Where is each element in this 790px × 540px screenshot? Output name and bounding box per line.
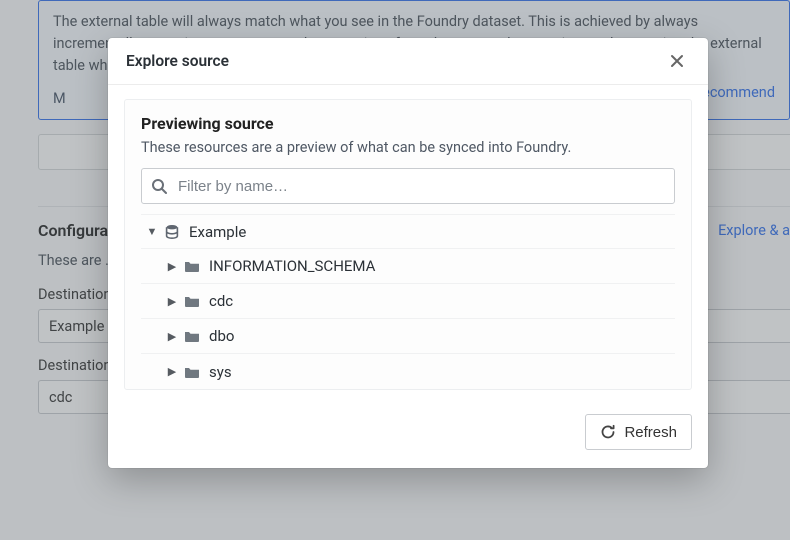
tree-child-label: INFORMATION_SCHEMA [209, 257, 375, 275]
close-button[interactable] [664, 50, 690, 72]
chevron-right-icon: ▶ [165, 330, 179, 343]
resource-tree: ▼ Example ▶ INFORMATION_SCHEMA [141, 214, 675, 389]
chevron-right-icon: ▶ [165, 260, 179, 273]
tree-child-row[interactable]: ▶ dbo [141, 319, 675, 354]
folder-icon [183, 363, 201, 381]
folder-icon [183, 257, 201, 275]
refresh-icon [600, 424, 616, 440]
tree-child-row[interactable]: ▶ INFORMATION_SCHEMA [141, 249, 675, 284]
modal-header: Explore source [108, 38, 708, 84]
folder-icon [183, 292, 201, 310]
preview-description: These resources are a preview of what ca… [141, 139, 675, 156]
preview-card: Previewing source These resources are a … [124, 99, 692, 390]
filter-wrap [141, 168, 675, 204]
tree-root-row[interactable]: ▼ Example [141, 214, 675, 249]
tree-child-label: sys [209, 363, 232, 381]
preview-title: Previewing source [141, 114, 675, 133]
modal-title: Explore source [126, 52, 229, 70]
database-icon [163, 223, 181, 241]
tree-child-label: dbo [209, 327, 234, 345]
close-icon [670, 54, 684, 68]
explore-source-modal: Explore source Previewing source These r… [108, 38, 708, 468]
tree-root-label: Example [189, 223, 246, 241]
tree-child-row[interactable]: ▶ cdc [141, 284, 675, 319]
chevron-right-icon: ▶ [165, 295, 179, 308]
filter-input[interactable] [141, 168, 675, 204]
chevron-down-icon: ▼ [145, 225, 159, 238]
search-icon [151, 178, 167, 194]
refresh-button[interactable]: Refresh [585, 414, 692, 450]
tree-child-row[interactable]: ▶ sys [141, 354, 675, 389]
modal-footer: Refresh [108, 400, 708, 468]
chevron-right-icon: ▶ [165, 365, 179, 378]
refresh-label: Refresh [624, 424, 677, 441]
folder-icon [183, 327, 201, 345]
tree-child-label: cdc [209, 292, 233, 310]
modal-body: Previewing source These resources are a … [108, 84, 708, 400]
